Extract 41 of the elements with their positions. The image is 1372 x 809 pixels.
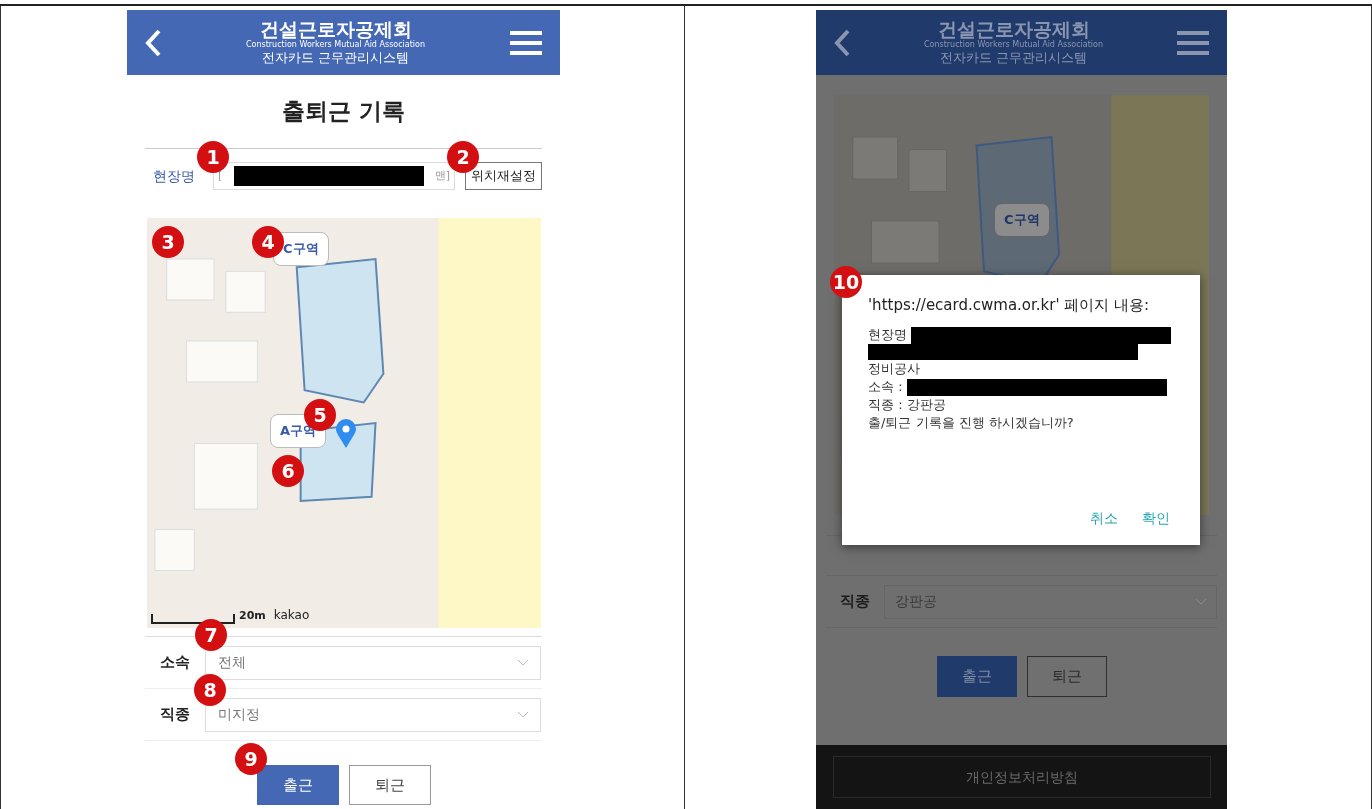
back-icon[interactable] (834, 28, 850, 57)
dialog-button[interactable]: 취소 (1090, 508, 1118, 529)
number-badge: 9 (235, 743, 267, 775)
field-label: 직종 (159, 704, 191, 726)
dropdown-field[interactable]: 전체 (205, 645, 541, 680)
zone-bubble[interactable]: C구역 (994, 203, 1050, 237)
dialog-text: 소속 : (868, 378, 903, 396)
attendance-button[interactable]: 퇴근 (348, 765, 431, 805)
privacy-policy-button[interactable]: 개인정보처리방침 (832, 756, 1211, 798)
chevron-down-icon (518, 711, 528, 718)
dialog-heading: 'https://ecard.cwma.or.kr' 페이지 내용: (868, 295, 1151, 316)
org-title: 건설근로자공제회 (259, 18, 412, 40)
map-attribution: kakao (273, 607, 310, 624)
field-label: 현장명 (152, 166, 196, 186)
field-label: 소속 (159, 652, 191, 674)
dialog-button[interactable]: 확인 (1142, 508, 1170, 529)
system-title: 전자카드 근무관리시스템 (939, 49, 1088, 67)
number-badge: 8 (194, 674, 226, 706)
org-title-english: Construction Workers Mutual Aid Association (245, 40, 426, 49)
dialog-text: 현장명 (868, 326, 907, 344)
location-pin-icon (335, 418, 357, 448)
number-badge: 10 (830, 266, 862, 298)
field-label: 직종 (839, 591, 871, 613)
menu-icon[interactable] (510, 29, 542, 56)
org-title: 건설근로자공제회 (937, 18, 1090, 40)
chevron-down-icon (518, 659, 528, 666)
number-badge: 7 (195, 619, 227, 651)
attendance-button[interactable]: 출근 (256, 765, 339, 805)
dialog-text: 직종 : 강판공 (868, 396, 946, 414)
system-title: 전자카드 근무관리시스템 (261, 49, 410, 67)
map-scale: 20m (239, 607, 266, 624)
dialog-text: 정비공사 (868, 360, 920, 378)
dialog-text: 출/퇴근 기록을 진행 하시겠습니까? (868, 414, 1074, 432)
attendance-button[interactable]: 출근 (936, 656, 1017, 697)
attendance-button[interactable]: 퇴근 (1026, 656, 1107, 697)
dropdown-field[interactable]: 미지정 (205, 697, 541, 732)
org-title-english: Construction Workers Mutual Aid Association (923, 40, 1104, 49)
chevron-down-icon (1196, 598, 1206, 605)
number-badge: 1 (197, 141, 229, 173)
page-title: 출퇴근 기록 (282, 97, 405, 127)
menu-icon[interactable] (1177, 29, 1209, 56)
